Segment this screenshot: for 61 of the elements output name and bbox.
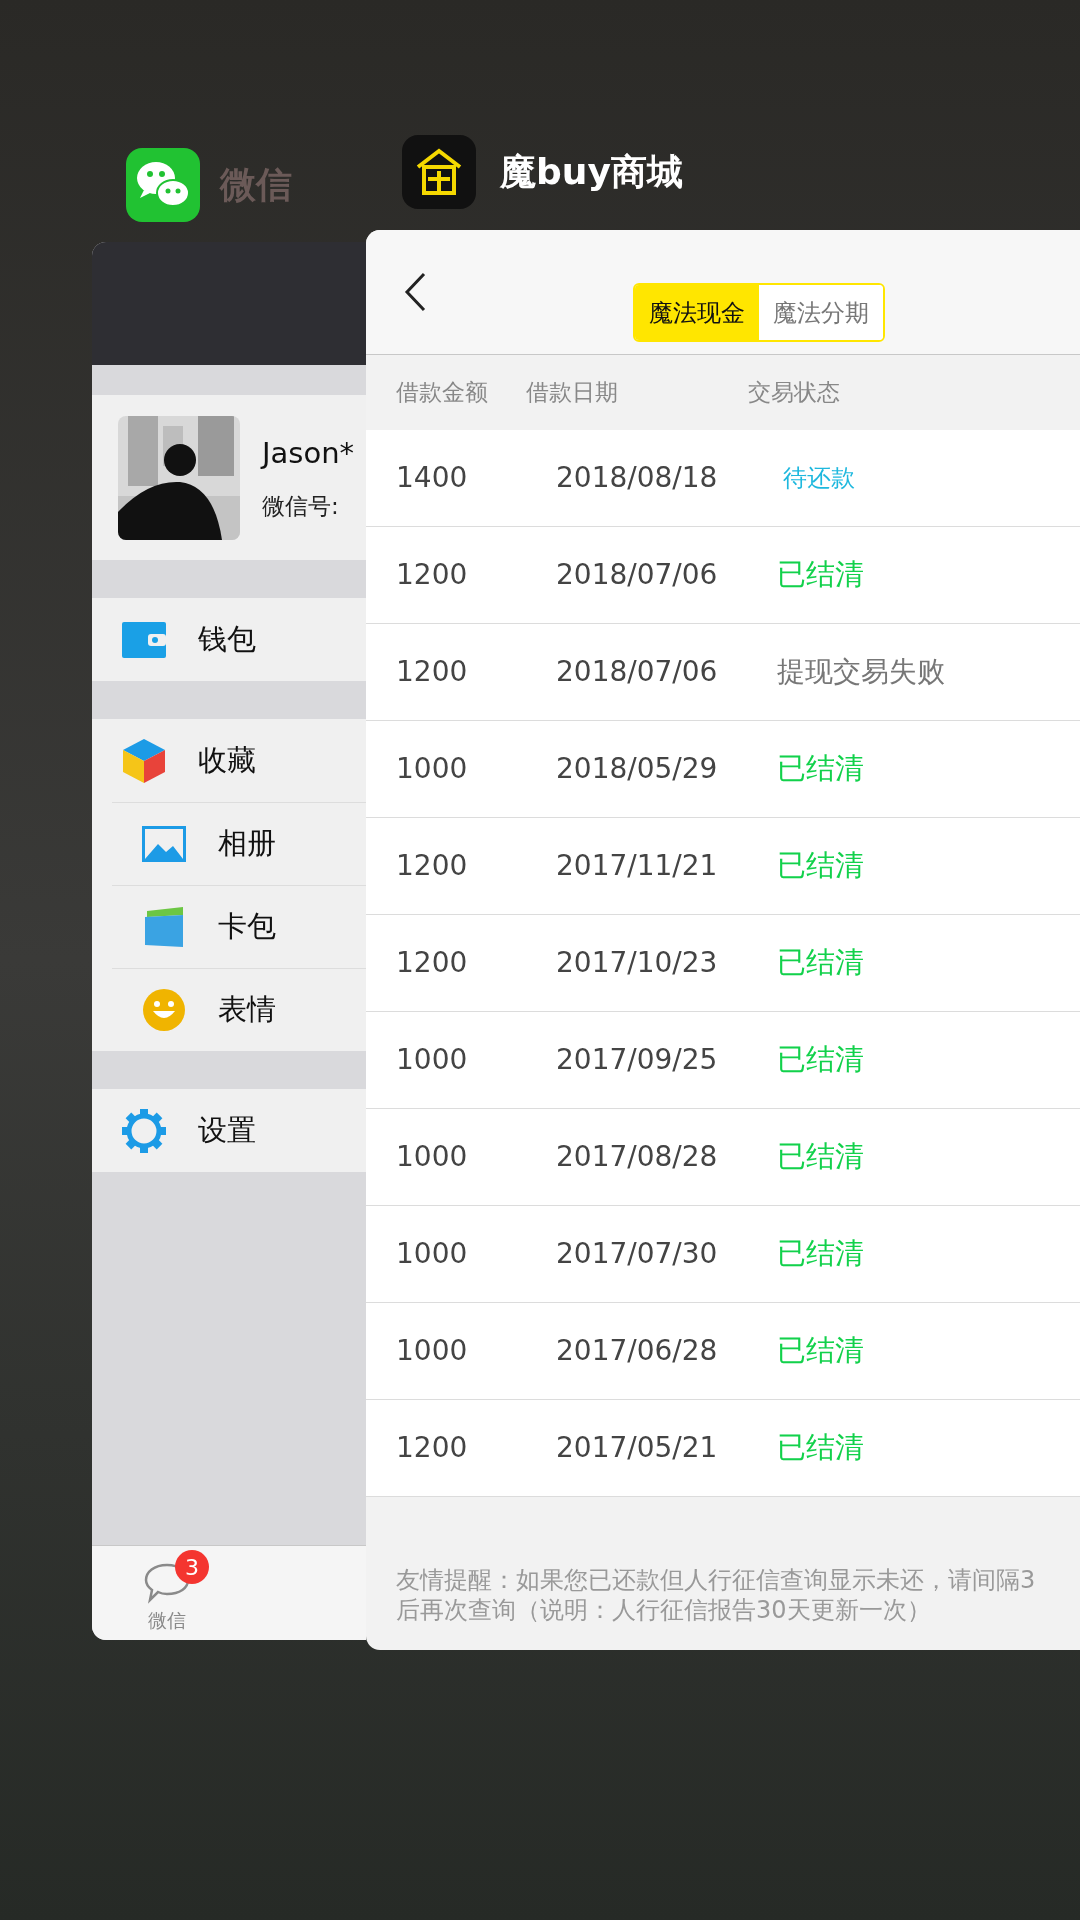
- app-label: 魔buy商城: [500, 150, 683, 194]
- reminder-text: 友情提醒：如果您已还款但人行征信查询显示未还，请间隔3 后再次查询（说明：人行征信报告30天更新一次）: [396, 1565, 1037, 1625]
- status-cell-text: 已结清: [777, 847, 864, 885]
- landscape-icon: [142, 826, 186, 862]
- menu-item[interactable]: 钱包: [92, 598, 366, 681]
- menu-item[interactable]: 相册: [112, 802, 366, 885]
- amount-cell-text: 1200: [396, 654, 469, 690]
- wallet-icon: [122, 621, 166, 658]
- amount-cell-text: 1200: [396, 945, 469, 981]
- app-logo-icon[interactable]: [402, 135, 476, 209]
- segment-tab[interactable]: 魔法分期: [759, 285, 883, 340]
- menu-item[interactable]: 设置: [92, 1089, 366, 1172]
- amount-cell-text: 1200: [396, 557, 469, 593]
- date-cell-text: 2017/08/28: [556, 1139, 719, 1175]
- segment-tab[interactable]: 魔法现金: [635, 285, 759, 340]
- date-cell-text: 2017/07/30: [556, 1236, 719, 1272]
- menu-item[interactable]: 表情: [112, 968, 366, 1051]
- wechat-id-label: 微信号:: [262, 492, 340, 521]
- column-header: 借款日期: [526, 378, 618, 408]
- menu-item[interactable]: 收藏: [92, 719, 366, 802]
- profile-name: Jason*: [262, 434, 355, 472]
- date-cell-text: 2018/07/06: [556, 557, 719, 593]
- amount-cell-text: 1000: [396, 1042, 469, 1078]
- back-icon[interactable]: [404, 272, 426, 312]
- tab-bar-item[interactable]: 3 微信: [92, 1546, 242, 1640]
- status-cell-text: 已结清: [777, 1429, 864, 1467]
- amount-cell-text: 1400: [396, 460, 469, 496]
- date-cell-text: 2017/10/23: [556, 945, 719, 981]
- status-cell-text: 提现交易失败: [777, 654, 945, 690]
- column-header: 借款金额: [396, 378, 488, 408]
- date-cell-text: 2017/09/25: [556, 1042, 719, 1078]
- status-cell-text: 已结清: [777, 1138, 864, 1176]
- status-cell-text: 已结清: [777, 750, 864, 788]
- date-cell-text: 2018/05/29: [556, 751, 719, 787]
- date-cell-text: 2018/08/18: [556, 460, 719, 496]
- status-cell-text: 待还款: [783, 463, 855, 494]
- cube-icon: [123, 738, 165, 783]
- amount-cell-text: 1000: [396, 751, 469, 787]
- card-wallet-icon: [143, 907, 185, 947]
- app-label: 微信: [220, 163, 292, 207]
- menu-item[interactable]: 卡包: [112, 885, 366, 968]
- status-cell-text: 已结清: [777, 1041, 864, 1079]
- chat-bubbles-icon[interactable]: [126, 148, 200, 222]
- date-cell-text: 2017/11/21: [556, 848, 719, 884]
- date-cell-text: 2017/05/21: [556, 1430, 719, 1466]
- status-cell-text: 已结清: [777, 1332, 864, 1370]
- app-card[interactable]: Jason* 微信号: 钱包 收藏 相册 卡包 表情 设置 3 微信: [92, 242, 366, 1640]
- amount-cell-text: 1000: [396, 1333, 469, 1369]
- date-cell-text: 2017/06/28: [556, 1333, 719, 1369]
- unread-badge: 3: [175, 1550, 209, 1584]
- status-cell-text: 已结清: [777, 1235, 864, 1273]
- amount-cell-text: 1200: [396, 848, 469, 884]
- amount-cell-text: 1200: [396, 1430, 469, 1466]
- status-cell-text: 已结清: [777, 944, 864, 982]
- amount-cell-text: 1000: [396, 1139, 469, 1175]
- status-cell-text: 已结清: [777, 556, 864, 594]
- amount-cell-text: 1000: [396, 1236, 469, 1272]
- settings-icon: [122, 1108, 166, 1153]
- smiley-icon: [143, 989, 185, 1031]
- date-cell-text: 2018/07/06: [556, 654, 719, 690]
- column-header: 交易状态: [748, 378, 840, 408]
